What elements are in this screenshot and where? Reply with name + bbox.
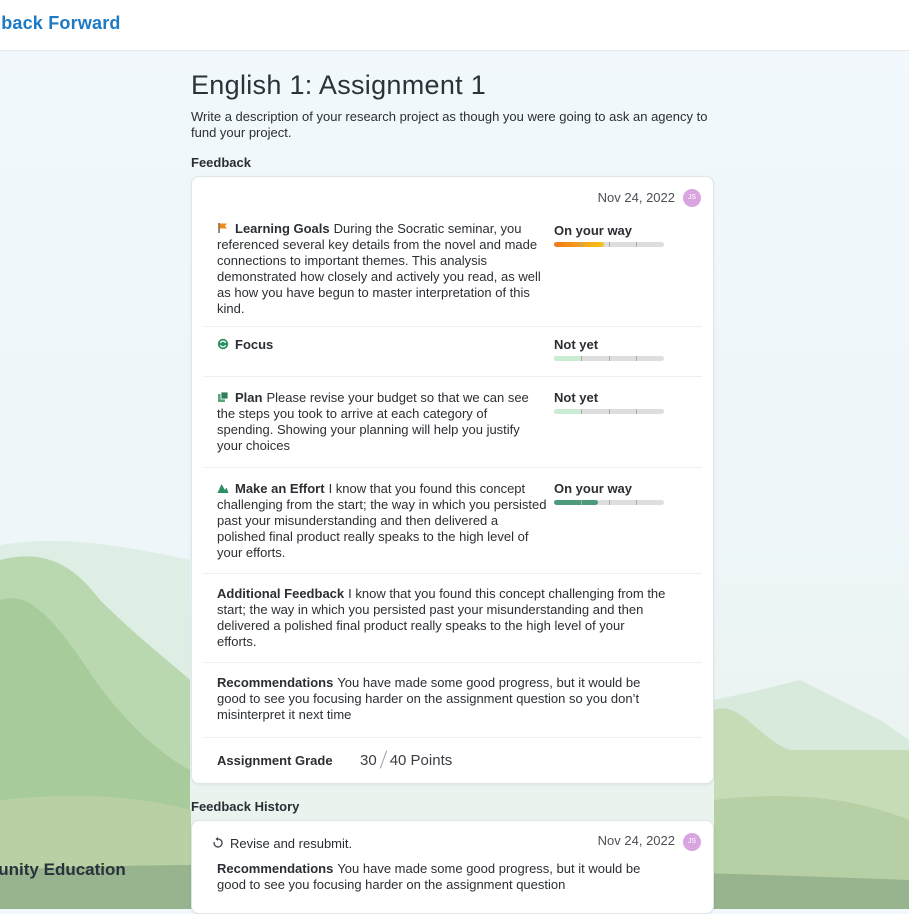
rating-bar-fill <box>554 409 582 414</box>
feedback-history-label: Feedback History <box>191 799 300 814</box>
feedback-item-focus: Focus Not yet <box>203 327 702 377</box>
mountain-icon <box>217 484 229 493</box>
focus-icon <box>217 338 229 350</box>
history-action: Revise and resubmit. <box>212 836 352 851</box>
rating-label: Not yet <box>554 390 599 405</box>
feedback-section-label: Feedback <box>191 155 251 170</box>
feedback-item-label: Learning Goals <box>235 221 330 236</box>
page-title: English 1: Assignment 1 <box>191 70 487 100</box>
grade-total: 40 <box>389 752 407 769</box>
rating-bar <box>554 500 664 505</box>
rating-label: Not yet <box>554 337 599 352</box>
rating-label: On your way <box>554 223 633 238</box>
history-avatar[interactable]: JS <box>683 833 701 851</box>
feedback-card: Nov 24, 2022 JS Learning Goals During the… <box>191 176 714 784</box>
rating-label: On your way <box>554 481 633 496</box>
additional-feedback-label: Additional Feedback <box>217 586 345 601</box>
brand-logo-text[interactable]: dback Forward <box>0 13 121 34</box>
assignment-grade-label: Assignment Grade <box>217 753 333 768</box>
rating-bar-fill <box>554 242 604 247</box>
assignment-description: Write a description of your research pro… <box>191 109 708 140</box>
feedback-item-label: Plan <box>235 390 263 405</box>
feedback-item-label: Make an Effort <box>235 481 325 496</box>
history-recommendations: Recommendations You have made some good p… <box>203 861 702 893</box>
footer-brand-text: rtunity Education <box>0 860 126 879</box>
grade-score: 30 <box>360 752 377 769</box>
additional-feedback: Additional Feedback I know that you found… <box>203 574 702 663</box>
feedback-item-text: Please revise your budget so that we can… <box>217 390 529 453</box>
feedback-item-make-an-effort: Make an Effort I know that you found this… <box>203 468 702 574</box>
assignment-grade-value: 30 40 Points <box>360 750 452 769</box>
flag-icon <box>218 223 227 233</box>
feedback-item-label: Focus <box>235 337 274 352</box>
recommendations: Recommendations You have made some good p… <box>203 663 702 738</box>
plan-icon <box>218 391 229 402</box>
feedback-item-plan: Plan Please revise your budget so that we… <box>203 377 702 468</box>
main-content: English 1: Assignment 1 Write a descript… <box>191 70 714 914</box>
recommendations-label: Recommendations <box>217 675 334 690</box>
feedback-item-learning-goals: Learning Goals During the Socratic semina… <box>203 217 702 327</box>
rating: On your way <box>554 223 664 247</box>
rating-bar-fill <box>554 356 582 361</box>
history-recommendations-label: Recommendations <box>217 861 334 876</box>
assignment-grade: Assignment Grade 30 40 Points <box>203 738 702 783</box>
history-date: Nov 24, 2022 <box>597 833 675 848</box>
rating: Not yet <box>554 337 664 361</box>
rating: On your way <box>554 481 664 505</box>
feedback-card-header: Nov 24, 2022 JS <box>192 177 713 217</box>
history-card-header: Revise and resubmit. Nov 24, 2022 JS <box>192 821 713 861</box>
revise-icon <box>213 837 223 848</box>
rating-bar <box>554 242 664 247</box>
history-action-text: Revise and resubmit. <box>230 836 353 851</box>
rating-bar <box>554 409 664 414</box>
grade-unit: Points <box>410 752 453 769</box>
rating: Not yet <box>554 390 664 414</box>
rating-bar <box>554 356 664 361</box>
feedback-history-card: Revise and resubmit. Nov 24, 2022 JS Rec… <box>191 820 714 914</box>
feedback-date: Nov 24, 2022 <box>597 190 675 205</box>
rating-bar-fill <box>554 500 598 505</box>
top-bar: dback Forward <box>0 0 909 51</box>
avatar[interactable]: JS <box>683 189 701 207</box>
